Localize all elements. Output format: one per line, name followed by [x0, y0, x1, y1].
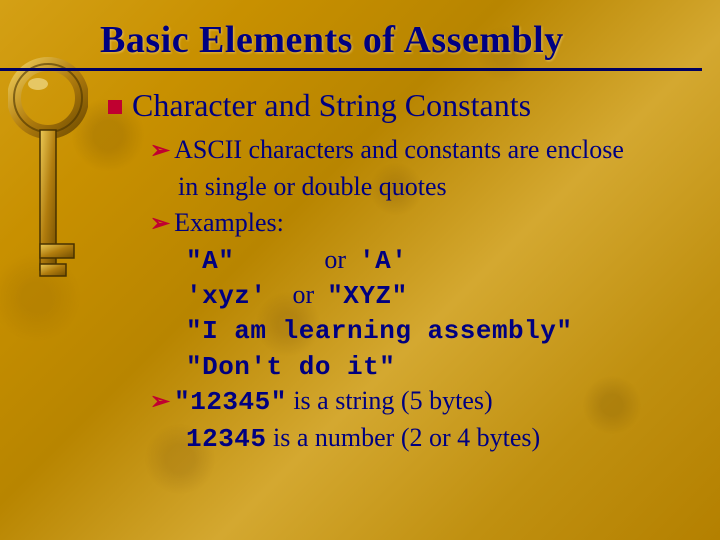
lvl1-text: Character and String Constants [132, 87, 531, 123]
code-learning: "I am learning assembly" [186, 316, 572, 346]
bullet-examples: ➢Examples: [0, 206, 720, 241]
code-XYZ-dq: "XYZ" [327, 281, 408, 311]
bullet-ascii-cont: in single or double quotes [0, 170, 720, 204]
bullet-string-number: ➢"12345" is a string (5 bytes) [0, 384, 720, 419]
example-row-2: 'xyz' or "XYZ" [0, 278, 720, 313]
arrow-icon: ➢ [150, 138, 170, 164]
code-A-dq: "A" [186, 246, 234, 276]
examples-label: Examples: [174, 208, 284, 237]
example-row-4: "Don't do it" [0, 349, 720, 384]
arrow-icon: ➢ [150, 211, 170, 237]
code-xyz-sq: 'xyz' [186, 281, 267, 311]
string-desc: is a string (5 bytes) [287, 386, 493, 415]
slide-content: Basic Elements of Assembly Character and… [0, 0, 720, 457]
number-desc: is a number (2 or 4 bytes) [267, 423, 541, 452]
square-bullet-icon [108, 100, 122, 114]
bullet-lvl1: Character and String Constants [0, 85, 720, 125]
code-12345-str: "12345" [174, 387, 287, 417]
code-dont: "Don't do it" [186, 352, 395, 382]
slide-title: Basic Elements of Assembly [0, 18, 702, 71]
code-A-sq: 'A' [359, 246, 407, 276]
or-text: or [293, 280, 315, 309]
ascii-line2: in single or double quotes [178, 172, 447, 201]
bullet-ascii: ➢ASCII characters and constants are encl… [0, 133, 720, 168]
or-text: or [324, 245, 346, 274]
number-line: 12345 is a number (2 or 4 bytes) [0, 421, 720, 456]
example-row-1: "A" or 'A' [0, 243, 720, 278]
arrow-icon: ➢ [150, 389, 170, 415]
code-12345-num: 12345 [186, 424, 267, 454]
ascii-line1: ASCII characters and constants are enclo… [174, 135, 624, 164]
example-row-3: "I am learning assembly" [0, 313, 720, 348]
